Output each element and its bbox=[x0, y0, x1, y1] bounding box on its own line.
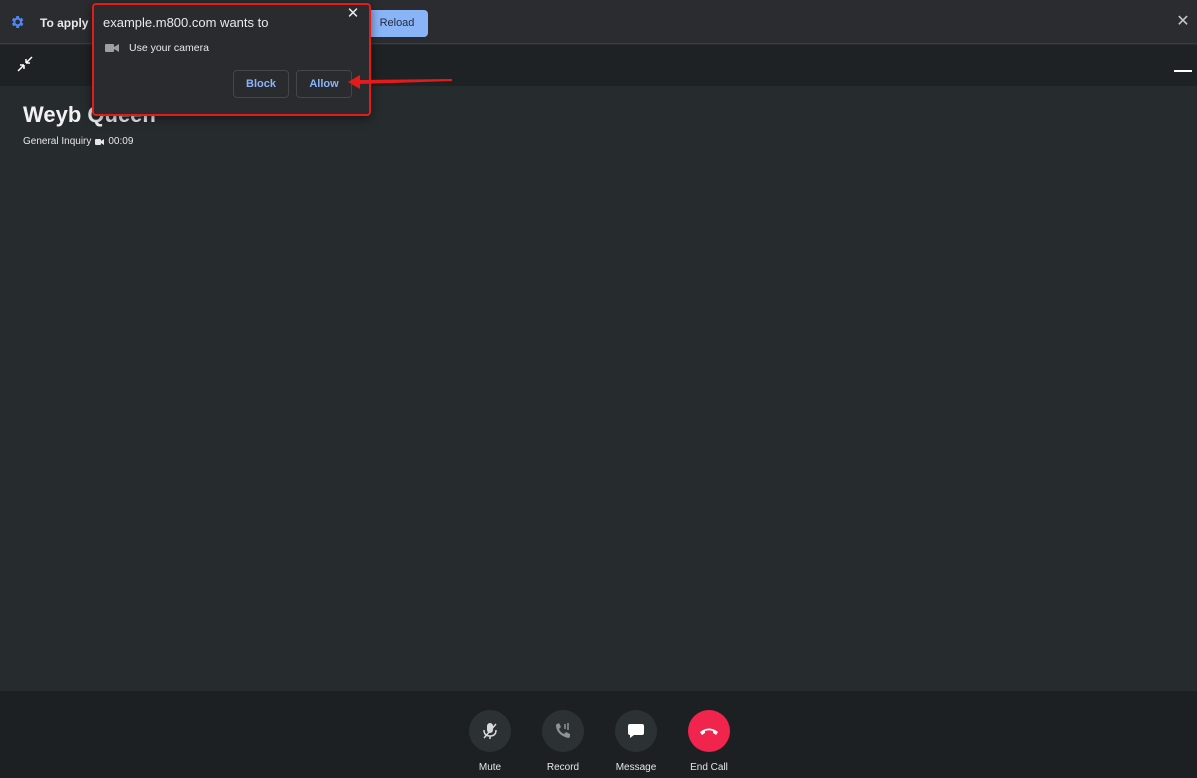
queue-name: General Inquiry bbox=[23, 136, 92, 147]
record-label: Record bbox=[546, 762, 580, 773]
call-duration: 00:09 bbox=[108, 136, 134, 147]
end-call-control: End Call bbox=[679, 710, 739, 773]
page: To apply Reload ✕ Weyb Queen General Inq… bbox=[0, 0, 1197, 778]
mute-button[interactable] bbox=[469, 710, 511, 752]
record-button[interactable] bbox=[542, 710, 584, 752]
caller-details: General Inquiry 00:09 bbox=[23, 136, 133, 147]
dialog-title: example.m800.com wants to bbox=[103, 15, 269, 30]
mute-control: Mute bbox=[460, 710, 520, 773]
mute-label: Mute bbox=[478, 762, 502, 773]
record-control: Record bbox=[533, 710, 593, 773]
camera-permission-dialog: example.m800.com wants to ✕ Use your cam… bbox=[92, 3, 371, 116]
reload-button[interactable]: Reload bbox=[366, 10, 428, 37]
infobar-message: To apply bbox=[40, 16, 89, 30]
message-control: Message bbox=[606, 710, 666, 773]
hang-up-icon bbox=[700, 728, 718, 735]
message-label: Message bbox=[615, 762, 657, 773]
video-icon bbox=[95, 138, 105, 145]
end-call-label: End Call bbox=[690, 762, 728, 773]
block-button[interactable]: Block bbox=[233, 70, 289, 98]
camera-icon bbox=[105, 44, 119, 52]
shrink-icon[interactable] bbox=[16, 55, 34, 73]
chat-bubble-icon bbox=[628, 724, 644, 738]
message-button[interactable] bbox=[615, 710, 657, 752]
call-controls: Mute Record Message End Call bbox=[0, 691, 1197, 778]
mic-off-icon bbox=[483, 723, 497, 739]
minimize-icon[interactable] bbox=[1174, 70, 1192, 72]
annotation-arrow bbox=[348, 75, 452, 89]
end-call-button[interactable] bbox=[688, 710, 730, 752]
permission-text: Use your camera bbox=[129, 42, 209, 54]
close-icon[interactable]: ✕ bbox=[1175, 14, 1191, 30]
dialog-close-icon[interactable]: ✕ bbox=[346, 6, 360, 21]
gear-icon bbox=[11, 16, 24, 28]
phone-record-icon bbox=[556, 723, 570, 738]
